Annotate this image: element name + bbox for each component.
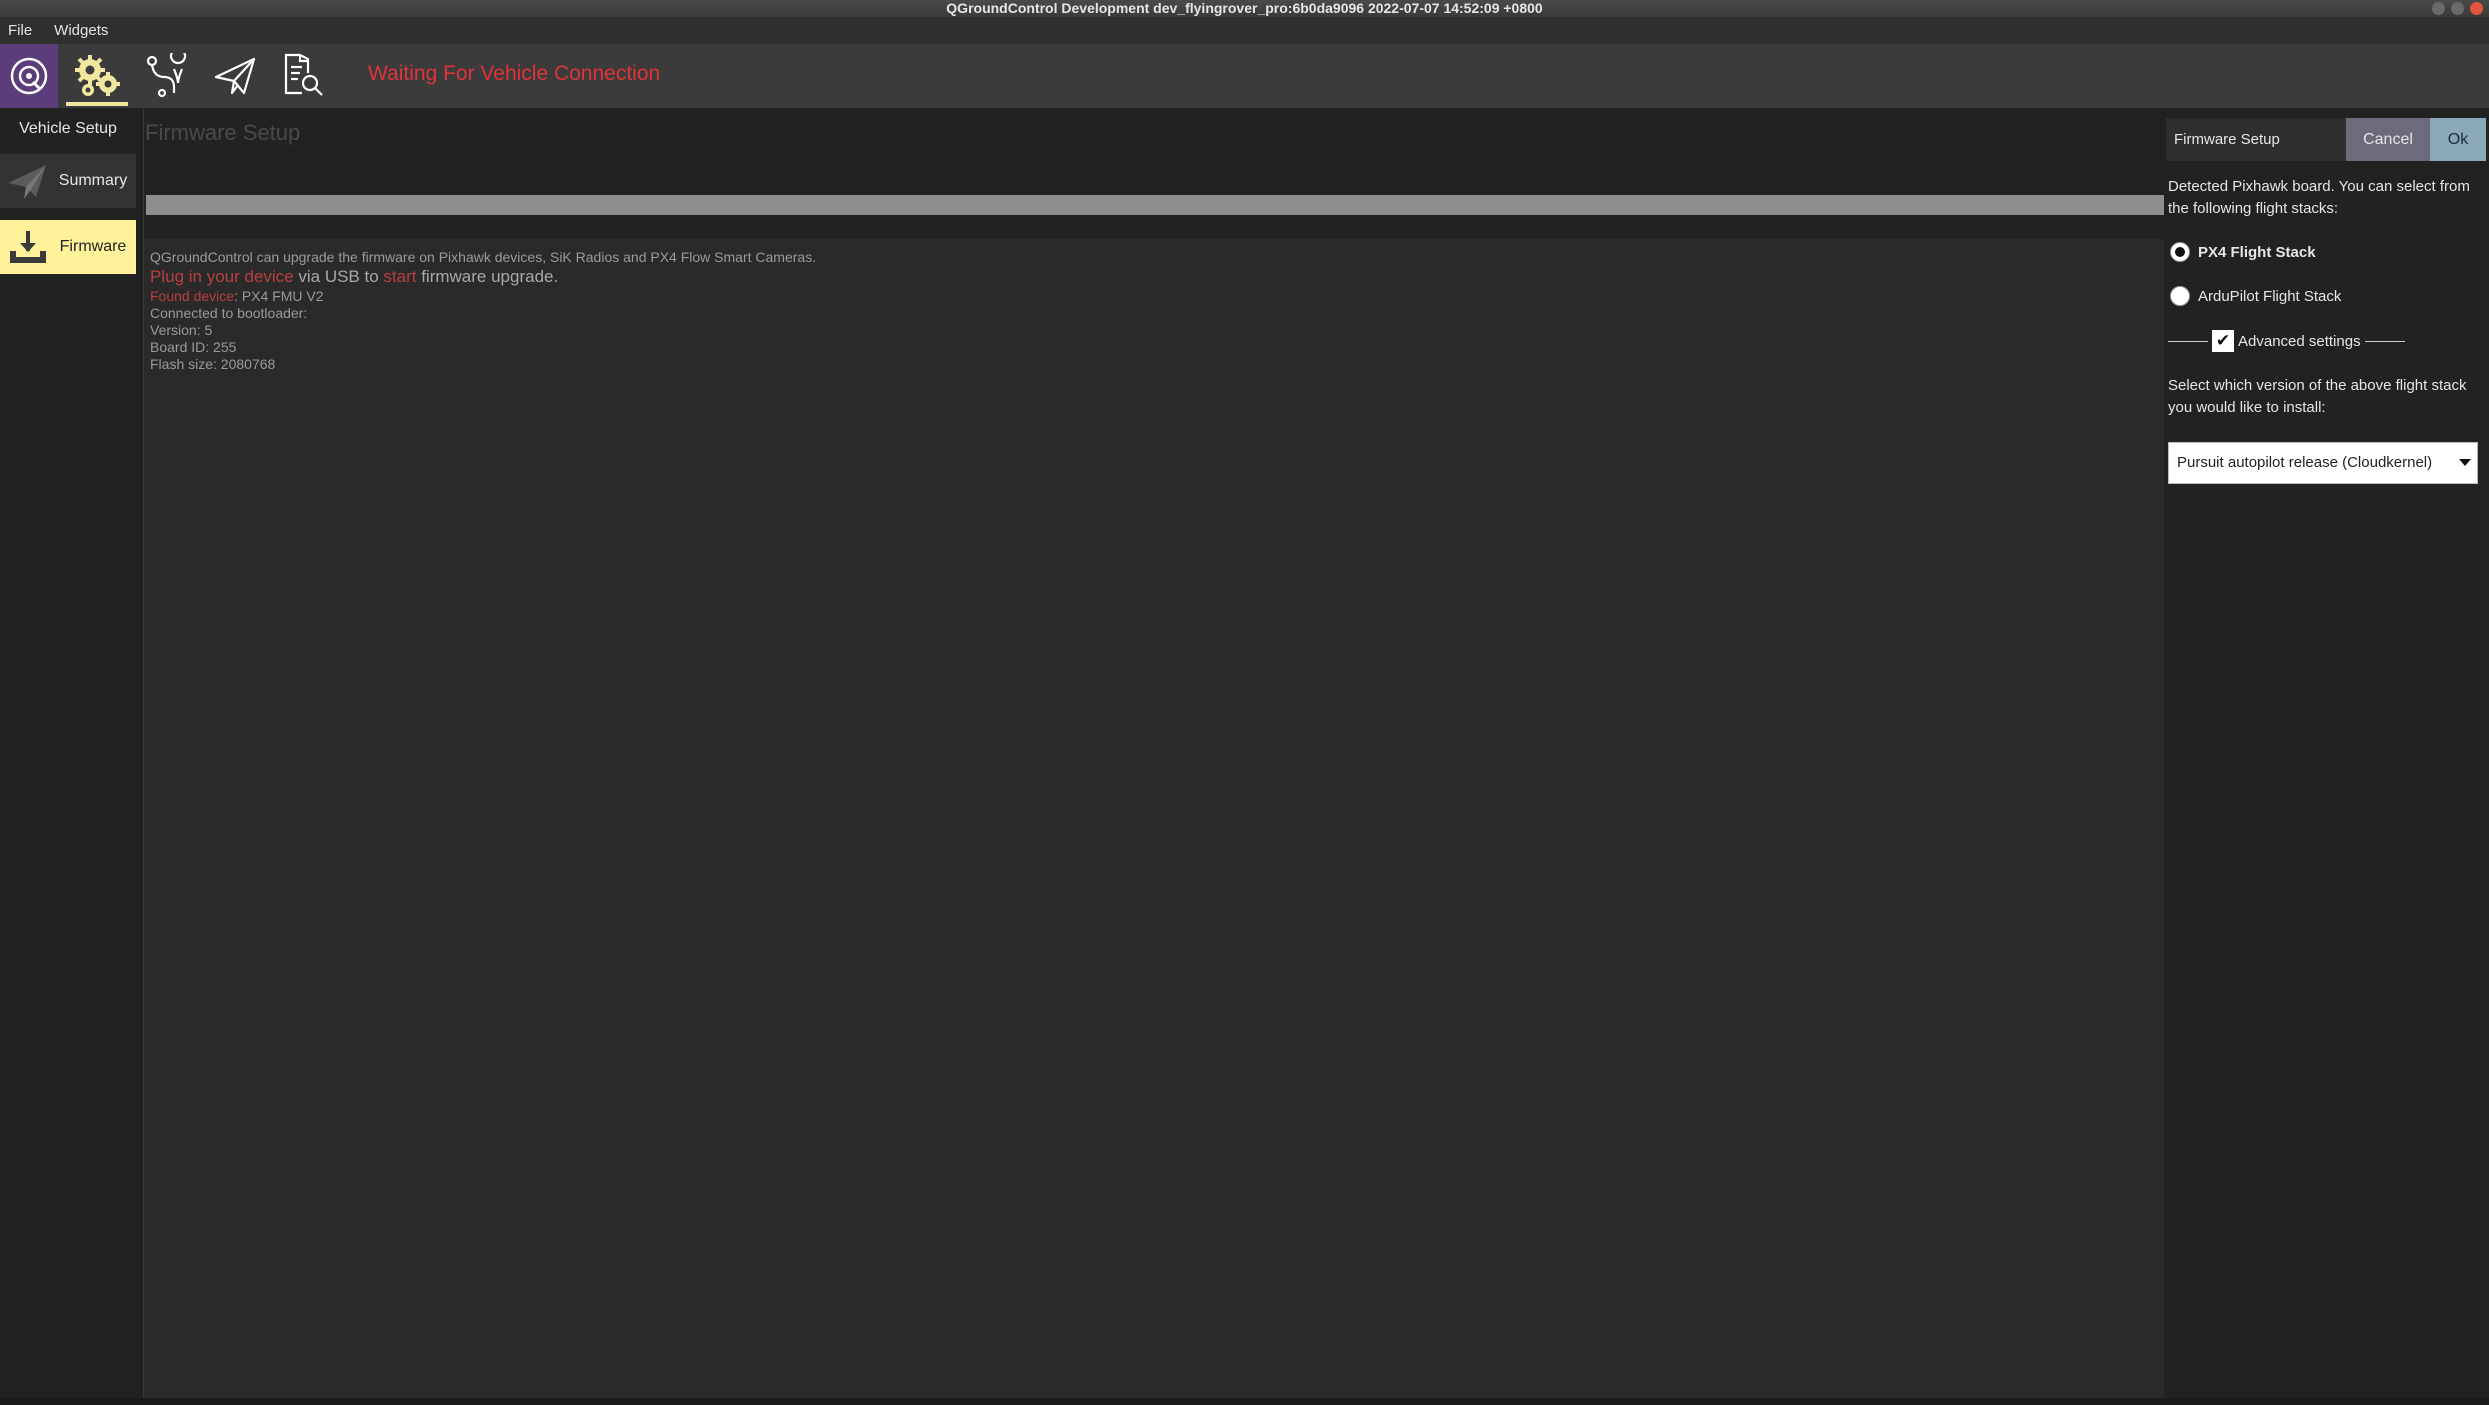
window-titlebar: QGroundControl Development dev_flyingrov… [0,0,2489,17]
log-intro: QGroundControl can upgrade the firmware … [150,249,817,265]
vehicle-setup-button[interactable] [64,44,130,108]
log-board-id: Board ID: 255 [150,339,237,355]
selected-version: Pursuit autopilot release (Cloudkernel) [2177,454,2433,471]
qgc-logo-icon [10,57,48,95]
analyze-view-icon [284,53,323,96]
detected-board-text: Detected Pixhawk board. You can select f… [2168,178,2470,217]
option-label: PX4 Flight Stack [2198,243,2316,261]
vehicle-setup-gears-icon [75,55,120,96]
firmware-version-select[interactable]: Pursuit autopilot release (Cloudkernel) [2168,442,2478,484]
menu-file[interactable]: File [8,22,32,39]
window-title: QGroundControl Development dev_flyingrov… [946,0,1543,16]
paper-plane-icon [0,161,56,201]
firmware-progress-bar [146,195,2166,215]
log-bootloader: Connected to bootloader: [150,305,308,321]
advanced-settings-label: Advanced settings [2238,332,2361,350]
firmware-main-panel: Firmware Setup QGroundControl can upgrad… [144,108,2166,1399]
advanced-settings-row[interactable]: ✔ Advanced settings [2168,330,2405,352]
firmware-status-log: QGroundControl can upgrade the firmware … [144,239,2164,1399]
bottom-strip [0,1398,2489,1405]
vehicle-setup-sidebar: Vehicle Setup Summary Firmware [0,108,140,1405]
log-version: Version: 5 [150,322,213,338]
minimize-button[interactable] [2432,2,2445,15]
analyze-view-button[interactable] [272,44,334,108]
menu-widgets[interactable]: Widgets [54,22,108,39]
select-version-prompt: Select which version of the above flight… [2168,377,2467,416]
fly-view-button[interactable] [204,44,266,108]
cancel-button[interactable]: Cancel [2346,118,2430,161]
sidebar-item-summary[interactable]: Summary [0,154,136,208]
plan-view-button[interactable] [136,44,198,108]
advanced-settings-checkbox[interactable]: ✔ [2212,330,2234,352]
fly-view-icon [214,57,256,95]
ardupilot-flight-stack-option[interactable]: ArduPilot Flight Stack [2170,286,2341,306]
log-plug-instruction: Plug in your device via USB to start fir… [150,267,559,286]
radio-button-checked[interactable] [2170,242,2190,262]
radio-button-unchecked[interactable] [2170,286,2190,306]
page-title: Firmware Setup [145,120,301,145]
dialog-header: Firmware Setup Cancel Ok [2166,118,2486,161]
maximize-button[interactable] [2451,2,2464,15]
download-icon [0,227,56,267]
chevron-down-icon [2459,459,2471,466]
main-toolbar: Waiting For Vehicle Connection [0,44,2489,108]
px4-flight-stack-option[interactable]: PX4 Flight Stack [2170,242,2316,262]
divider-line-right [2364,340,2405,342]
divider-line-left [2168,340,2208,342]
ok-button[interactable]: Ok [2430,118,2486,161]
sidebar-item-firmware[interactable]: Firmware [0,220,136,274]
plan-view-icon [146,53,187,98]
sidebar-item-label: Firmware [59,238,127,255]
option-label: ArduPilot Flight Stack [2198,287,2342,305]
firmware-setup-dialog: Firmware Setup Cancel Ok Detected Pixhaw… [2164,108,2489,1398]
menu-bar: File Widgets [0,17,2489,44]
log-flash-size: Flash size: 2080768 [150,356,276,372]
qgc-logo-button[interactable] [0,44,58,108]
sidebar-title: Vehicle Setup [19,120,117,137]
close-button[interactable] [2470,2,2483,15]
checkmark-icon: ✔ [2215,331,2231,350]
log-found-device: Found device: PX4 FMU V2 [150,288,324,304]
window-controls [2432,2,2483,15]
dialog-title: Firmware Setup [2174,131,2280,148]
sidebar-item-label: Summary [58,172,128,189]
connection-status: Waiting For Vehicle Connection [368,62,661,85]
